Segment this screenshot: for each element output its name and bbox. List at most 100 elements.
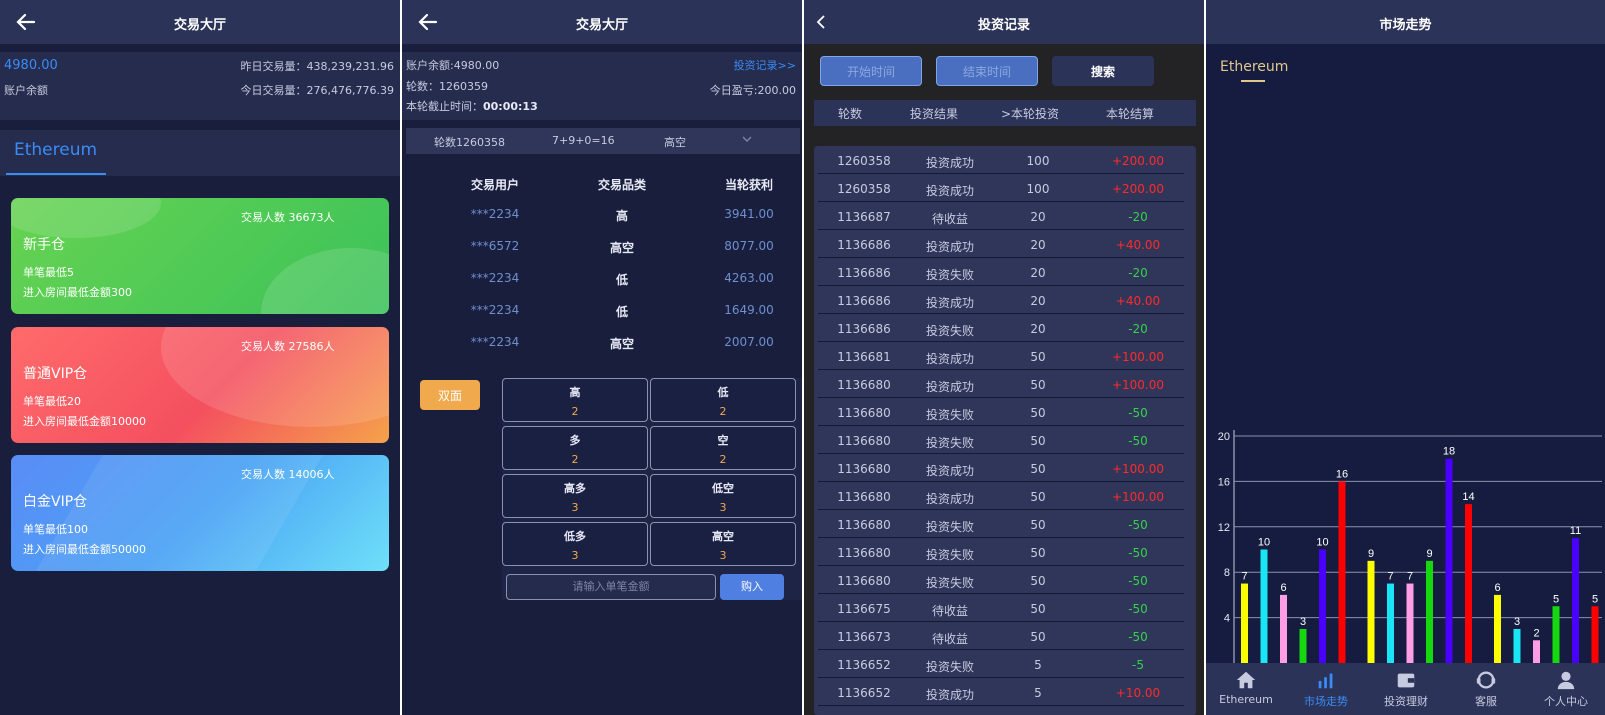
row-settlement: +40.00	[1115, 294, 1161, 308]
row-round: 1136687	[837, 210, 891, 224]
market-trend-panel: 市场走势 Ethereum 4 8 12 16 20 7 10 6 3 10 16 9 7 7 9 18 14 6…	[1206, 0, 1605, 715]
tab-ethereum[interactable]: Ethereum	[1220, 59, 1288, 75]
bet-option[interactable]: 空2	[650, 426, 796, 470]
tab-bar: Ethereum	[0, 130, 400, 176]
double-sided-button[interactable]: 双面	[420, 380, 480, 410]
bet-option[interactable]: 低多 3	[502, 522, 648, 566]
col-category: 交易品类	[597, 178, 646, 192]
row-profit: 2007.00	[724, 335, 774, 349]
row-settlement: +100.00	[1111, 350, 1165, 364]
bet-odds: 2	[719, 405, 727, 418]
record-row: 1136675 待收益 50 -50	[818, 594, 1184, 622]
nav-profile[interactable]: 个人中心	[1526, 663, 1605, 715]
row-profit: 3941.00	[724, 207, 774, 221]
back-arrow-icon[interactable]	[416, 10, 440, 34]
bar-value-label: 16	[1336, 468, 1348, 480]
bet-odds: 2	[571, 405, 579, 418]
record-row: 1136687 待收益 20 -20	[818, 202, 1184, 230]
start-time-input[interactable]: 开始时间	[820, 56, 922, 86]
y-tick-label: 20	[1218, 431, 1230, 443]
row-round: 1136686	[837, 238, 891, 252]
bar	[1591, 606, 1599, 663]
search-button[interactable]: 搜索	[1052, 56, 1154, 86]
row-result: 投资成功	[925, 464, 974, 478]
row-result: 投资成功	[925, 156, 974, 170]
row-bet: 20	[1030, 238, 1046, 252]
bet-odds: 3	[571, 549, 579, 562]
row-category: 低	[615, 273, 628, 287]
bar-value-label: 9	[1368, 548, 1374, 560]
bet-label: 多	[569, 434, 581, 447]
nav-customer-service[interactable]: 客服	[1446, 663, 1526, 715]
last-round-number: 轮数1260358	[434, 136, 505, 149]
bet-odds: 3	[571, 501, 579, 514]
end-time-input[interactable]: 结束时间	[936, 56, 1038, 86]
bar-value-label: 2	[1533, 627, 1539, 639]
row-result: 投资成功	[925, 492, 974, 506]
row-round: 1136680	[837, 546, 891, 560]
row-settlement: -50	[1128, 434, 1148, 448]
record-row: 1136686 投资失败 20 -20	[818, 258, 1184, 286]
col-bet: >本轮投资	[1000, 107, 1060, 121]
amount-input[interactable]: 请输入单笔金额	[506, 574, 716, 600]
row-bet: 100	[1026, 182, 1050, 196]
nav-ethereum[interactable]: Ethereum	[1206, 663, 1286, 715]
row-profit: 8077.00	[724, 239, 774, 253]
row-user: ***6572	[470, 239, 520, 253]
bar	[1338, 481, 1346, 663]
nav-label: 客服	[1475, 695, 1497, 708]
nav-label: 投资理财	[1384, 695, 1428, 708]
room-card-vip[interactable]: 交易人数 27586人 普通VIP仓 单笔最低20 进入房间最低金额10000	[11, 327, 389, 443]
bet-option[interactable]: 高空 3	[650, 522, 796, 566]
bar	[1387, 583, 1394, 663]
nav-investment[interactable]: 投资理财	[1366, 663, 1446, 715]
row-round: 1136681	[837, 350, 891, 364]
tab-ethereum[interactable]: Ethereum	[14, 140, 97, 160]
bar	[1280, 594, 1287, 663]
room-min-bet: 单笔最低100	[23, 523, 88, 536]
room-card-novice[interactable]: 交易人数 36673人 新手仓 单笔最低5 进入房间最低金额300	[11, 198, 389, 314]
card-decoration	[11, 198, 161, 238]
tab-underline	[1241, 80, 1265, 82]
row-round: 1136686	[837, 266, 891, 280]
bet-odds: 3	[719, 501, 727, 514]
bet-option[interactable]: 低空 3	[650, 474, 796, 518]
bar-value-label: 6	[1494, 582, 1500, 594]
round-deadline: 本轮截止时间：00:00:13	[406, 98, 538, 114]
headset-icon	[1476, 671, 1496, 689]
header: 交易大厅	[0, 0, 400, 44]
bar-value-label: 6	[1280, 582, 1286, 594]
investment-records-link[interactable]: 投资记录>>	[734, 57, 796, 73]
col-result: 投资结果	[909, 107, 958, 121]
row-bet: 50	[1030, 630, 1046, 644]
records-table-header: 轮数 投资结果 >本轮投资 本轮结算	[814, 100, 1196, 126]
col-profit: 当轮获利	[724, 178, 773, 192]
nav-market-trend[interactable]: 市场走势	[1286, 663, 1366, 715]
last-round-result[interactable]: 轮数1260358 7+9+0=16 高空	[406, 128, 800, 154]
bet-option[interactable]: 高2	[502, 378, 648, 422]
bar-value-label: 11	[1570, 525, 1581, 537]
record-row: 1136686 投资失败 20 -20	[818, 314, 1184, 342]
bar	[1445, 458, 1453, 663]
bet-label: 高空	[712, 530, 734, 543]
row-result: 待收益	[931, 212, 968, 226]
record-row: 1136680 投资失败 50 -50	[818, 566, 1184, 594]
row-settlement: -50	[1128, 518, 1148, 532]
today-volume: 今日交易量：276,476,776.39	[240, 84, 394, 97]
back-arrow-icon[interactable]	[14, 10, 38, 34]
screenshot-collage: 交易大厅 4980.00 账户余额 昨日交易量：438,239,231.96 今…	[0, 0, 1605, 715]
back-chevron-icon[interactable]	[810, 10, 834, 34]
buy-button[interactable]: 购入	[720, 574, 784, 600]
record-row: 1260358 投资成功 100 +200.00	[818, 146, 1184, 174]
room-card-platinum-vip[interactable]: 交易人数 14006人 白金VIP仓 单笔最低100 进入房间最低金额50000	[11, 455, 389, 571]
bar	[1552, 606, 1560, 663]
record-row: 1260358 投资成功 100 +200.00	[818, 174, 1184, 202]
bet-option[interactable]: 低2	[650, 378, 796, 422]
row-round: 1136675	[837, 602, 891, 616]
bet-option[interactable]: 高多 3	[502, 474, 648, 518]
bet-option[interactable]: 多2	[502, 426, 648, 470]
record-row: 1136652 投资成功 5 +10.00	[818, 678, 1184, 706]
bar-chart-icon	[1318, 673, 1333, 689]
bet-label: 低多	[564, 530, 586, 543]
row-user: ***2234	[470, 303, 520, 317]
